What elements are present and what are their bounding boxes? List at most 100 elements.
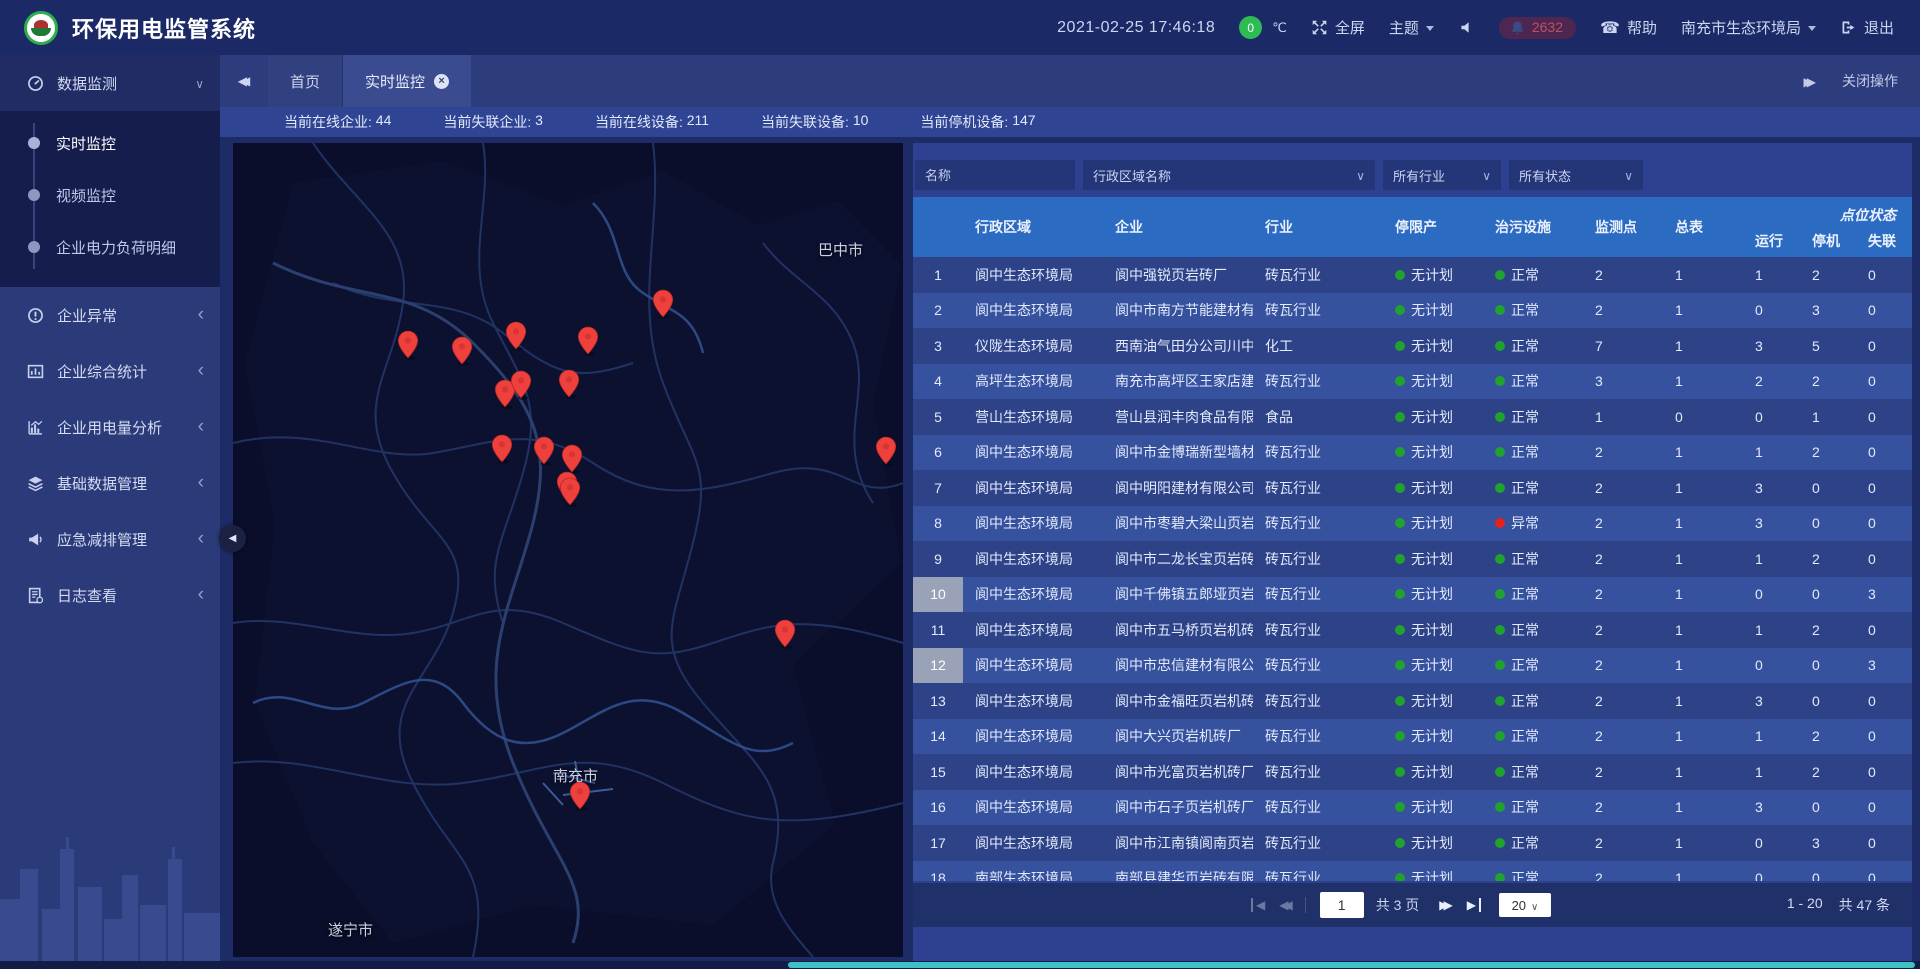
table-row[interactable]: 4高坪生态环境局南充市高坪区王家店建砖瓦行业无计划正常31220	[913, 364, 1912, 400]
table-cell: 1	[1663, 257, 1743, 293]
close-operations-button[interactable]: 关闭操作	[1842, 71, 1898, 91]
map-pin-icon[interactable]	[559, 477, 581, 507]
page-first-button[interactable]	[1251, 898, 1265, 912]
table-row[interactable]: 1阆中生态环境局阆中强锐页岩砖厂砖瓦行业无计划正常21120	[913, 257, 1912, 293]
table-row[interactable]: 17阆中生态环境局阆中市江南镇阆南页岩砖瓦行业无计划正常21030	[913, 825, 1912, 861]
page-last-button[interactable]	[1467, 898, 1481, 912]
table-row[interactable]: 8阆中生态环境局阆中市枣碧大梁山页岩砖瓦行业无计划异常21300	[913, 506, 1912, 542]
stat-label: 当前在线设备	[595, 112, 687, 132]
fullscreen-label: 全屏	[1335, 17, 1365, 38]
map-pin-icon[interactable]	[652, 289, 674, 319]
map-pin-icon[interactable]	[451, 336, 473, 366]
table-cell: 5	[1800, 328, 1856, 364]
map-pin-icon[interactable]	[505, 321, 527, 351]
table-cell: 1	[1743, 257, 1800, 293]
horizontal-scrollbar[interactable]	[0, 961, 1920, 969]
user-org-dropdown[interactable]: 南充市生态环境局	[1681, 17, 1816, 38]
map-pin-icon[interactable]	[510, 370, 532, 400]
status-ok-dot-icon	[1395, 802, 1405, 812]
region-filter-select[interactable]: 行政区域名称	[1083, 160, 1375, 190]
table-cell: 3	[1800, 293, 1856, 329]
sidebar-subitem-视频监控[interactable]: 视频监控	[0, 169, 220, 221]
sidebar-item-power-usage-analysis[interactable]: 企业用电量分析	[0, 399, 220, 455]
map-pin-icon[interactable]	[397, 330, 419, 360]
status-label: 正常	[1511, 868, 1539, 881]
map-pin-icon[interactable]	[774, 619, 796, 649]
status-filter-select[interactable]: 所有状态	[1509, 160, 1643, 190]
stat-value: 44	[376, 112, 392, 132]
map-pin-icon[interactable]	[558, 369, 580, 399]
status-ok-dot-icon	[1495, 412, 1505, 422]
table-row[interactable]: 10阆中生态环境局阆中千佛镇五郎垭页岩砖瓦行业无计划正常21003	[913, 577, 1912, 613]
status-label: 正常	[1511, 584, 1539, 604]
status-label: 正常	[1511, 762, 1539, 782]
stat-item: 当前在线企业44	[284, 112, 391, 132]
logout-button[interactable]: 退出	[1840, 17, 1894, 38]
sidebar-item-enterprise-abnormal[interactable]: 企业异常	[0, 287, 220, 343]
app-logo	[24, 11, 58, 45]
table-row[interactable]: 6阆中生态环境局阆中市金博瑞新型墙材砖瓦行业无计划正常21120	[913, 435, 1912, 471]
table-cell: 1	[1663, 825, 1743, 861]
page-size-select[interactable]: 20	[1499, 893, 1551, 917]
page-input[interactable]	[1320, 892, 1364, 918]
tab-close-icon[interactable]	[434, 74, 449, 89]
name-filter-input[interactable]	[915, 160, 1075, 190]
sidebar-item-log-view[interactable]: 日志查看	[0, 567, 220, 623]
status-label: 无计划	[1411, 300, 1453, 320]
table-row[interactable]: 16阆中生态环境局阆中市石子页岩机砖厂砖瓦行业无计划正常21300	[913, 790, 1912, 826]
status-label: 正常	[1511, 478, 1539, 498]
table-cell: 化工	[1253, 328, 1383, 364]
table-cell: 0	[1800, 506, 1856, 542]
table-row[interactable]: 18南部生态环境局南部县建华页岩砖有限砖瓦行业无计划正常21000	[913, 861, 1912, 882]
table-row[interactable]: 12阆中生态环境局阆中市忠信建材有限公砖瓦行业无计划正常21003	[913, 648, 1912, 684]
table-cell: 砖瓦行业	[1253, 541, 1383, 577]
table-row[interactable]: 15阆中生态环境局阆中市光富页岩机砖厂砖瓦行业无计划正常21120	[913, 754, 1912, 790]
table-row[interactable]: 13阆中生态环境局阆中市金福旺页岩机砖砖瓦行业无计划正常21300	[913, 683, 1912, 719]
status-ok-dot-icon	[1395, 305, 1405, 315]
sidebar-item-data-monitoring[interactable]: 数据监测	[0, 55, 220, 111]
sidebar-item-emergency-reduction[interactable]: 应急减排管理	[0, 511, 220, 567]
help-button[interactable]: 帮助	[1600, 17, 1657, 38]
tab-home[interactable]: 首页	[268, 55, 343, 107]
table-cell: 砖瓦行业	[1253, 790, 1383, 826]
status-label: 无计划	[1411, 407, 1453, 427]
sidebar-item-base-data-management[interactable]: 基础数据管理	[0, 455, 220, 511]
tabs-scroll-left-button[interactable]	[220, 55, 268, 107]
table-cell: 无计划	[1383, 541, 1483, 577]
table-row[interactable]: 9阆中生态环境局阆中市二龙长宝页岩砖砖瓦行业无计划正常21120	[913, 541, 1912, 577]
map-pin-icon[interactable]	[569, 781, 591, 811]
mute-button[interactable]	[1458, 19, 1475, 36]
industry-filter-select[interactable]: 所有行业	[1383, 160, 1501, 190]
notification-badge[interactable]: 2632	[1499, 17, 1576, 39]
table-cell: 异常	[1483, 506, 1583, 542]
sidebar-item-enterprise-statistics[interactable]: 企业综合统计	[0, 343, 220, 399]
map-collapse-button[interactable]	[219, 525, 246, 552]
sidebar-subitem-实时监控[interactable]: 实时监控	[0, 117, 220, 169]
table-row[interactable]: 11阆中生态环境局阆中市五马桥页岩机砖砖瓦行业无计划正常21120	[913, 612, 1912, 648]
map-pin-icon[interactable]	[491, 434, 513, 464]
page-next-button[interactable]	[1439, 898, 1452, 912]
table-row[interactable]: 7阆中生态环境局阆中明阳建材有限公司砖瓦行业无计划正常21300	[913, 470, 1912, 506]
status-label: 正常	[1511, 691, 1539, 711]
fullscreen-button[interactable]: 全屏	[1311, 17, 1365, 38]
map-pin-icon[interactable]	[875, 436, 897, 466]
table-row[interactable]: 3仪陇生态环境局西南油气田分公司川中化工无计划正常71350	[913, 328, 1912, 364]
status-label: 正常	[1511, 371, 1539, 391]
map-pin-icon[interactable]	[533, 436, 555, 466]
table-row[interactable]: 5营山生态环境局营山县润丰肉食品有限食品无计划正常10010	[913, 399, 1912, 435]
col-header-region: 行政区域	[963, 197, 1103, 257]
table-cell: 阆中市忠信建材有限公	[1103, 648, 1253, 684]
map-panel[interactable]: 巴中市南充市遂宁市	[233, 143, 903, 957]
map-pin-icon[interactable]	[577, 326, 599, 356]
page-prev-button[interactable]	[1279, 898, 1292, 912]
status-label: 正常	[1511, 797, 1539, 817]
scrollbar-thumb[interactable]	[788, 962, 1915, 968]
map-pin-icon[interactable]	[561, 444, 583, 474]
double-chevron-right-icon[interactable]	[1804, 73, 1816, 89]
table-row[interactable]: 14阆中生态环境局阆中大兴页岩机砖厂砖瓦行业无计划正常21120	[913, 719, 1912, 755]
chevron-left-icon	[198, 364, 204, 379]
theme-dropdown[interactable]: 主题	[1389, 17, 1434, 38]
tab-realtime-monitoring[interactable]: 实时监控	[343, 55, 472, 107]
table-row[interactable]: 2阆中生态环境局阆中市南方节能建材有砖瓦行业无计划正常21030	[913, 293, 1912, 329]
sidebar-subitem-企业电力负荷明细[interactable]: 企业电力负荷明细	[0, 221, 220, 273]
